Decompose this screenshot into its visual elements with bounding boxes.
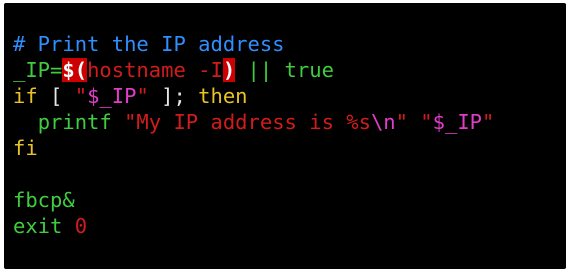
code-token: \n bbox=[370, 110, 396, 134]
code-token: $_IP bbox=[87, 84, 137, 108]
code-token: ]; bbox=[148, 84, 199, 108]
code-line: if [ "$_IP" ]; then bbox=[13, 83, 494, 109]
code-token: 0 bbox=[74, 214, 88, 238]
code-token: exit bbox=[13, 214, 63, 238]
code-token: then bbox=[198, 84, 248, 108]
code-token: || bbox=[235, 58, 285, 82]
code-token: " bbox=[136, 84, 149, 108]
code-line: _IP=$(hostname -I) || true bbox=[13, 57, 494, 83]
code-token: # Print the IP address bbox=[13, 32, 285, 56]
code-line: # Print the IP address bbox=[13, 31, 494, 57]
screenshot-frame: # Print the IP address _IP=$(hostname -I)… bbox=[0, 0, 572, 275]
terminal-editor[interactable]: # Print the IP address _IP=$(hostname -I)… bbox=[4, 3, 566, 269]
code-token: $_IP bbox=[432, 110, 483, 134]
bracket-match-highlight: $( bbox=[62, 58, 88, 82]
code-token: true bbox=[284, 58, 334, 82]
bracket-match-highlight: ) bbox=[222, 58, 236, 82]
code-token: " bbox=[74, 84, 88, 108]
code-line: printf "My IP address is %s\n" "$_IP" bbox=[13, 109, 495, 135]
code-token: "My IP address is %s bbox=[111, 110, 371, 134]
code-token: " " bbox=[395, 110, 433, 134]
code-token: printf bbox=[37, 110, 112, 134]
code-token: [ bbox=[37, 84, 75, 108]
code-line: fbcp& bbox=[13, 187, 494, 213]
code-token: hostname -I bbox=[87, 58, 223, 82]
code-token: " bbox=[482, 110, 495, 134]
code-line: exit 0 bbox=[13, 213, 494, 239]
code-token: _IP= bbox=[13, 58, 63, 82]
code-token: if bbox=[13, 84, 38, 108]
code-line: fi bbox=[13, 135, 494, 161]
code-token: fi bbox=[13, 136, 38, 160]
code-block: # Print the IP address _IP=$(hostname -I)… bbox=[13, 31, 494, 239]
code-token: fbcp& bbox=[13, 188, 75, 212]
